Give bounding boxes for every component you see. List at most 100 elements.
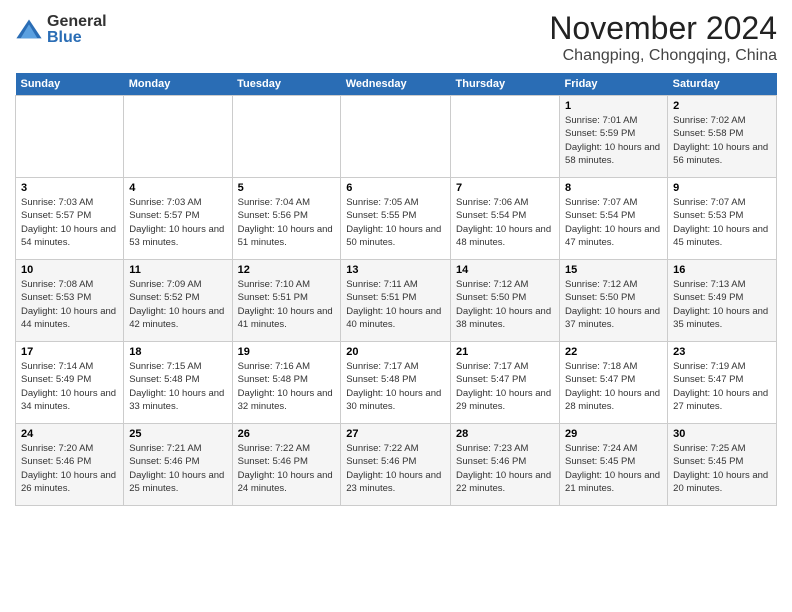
calendar-cell: 9 Sunrise: 7:07 AMSunset: 5:53 PMDaylight… (668, 178, 777, 260)
logo-blue: Blue (47, 30, 107, 46)
day-number: 23 (673, 346, 771, 358)
day-info: Sunrise: 7:19 AMSunset: 5:47 PMDaylight:… (673, 360, 771, 413)
day-info: Sunrise: 7:22 AMSunset: 5:46 PMDaylight:… (346, 442, 445, 495)
day-number: 15 (565, 264, 662, 276)
calendar-cell: 2 Sunrise: 7:02 AMSunset: 5:58 PMDaylight… (668, 96, 777, 178)
calendar-cell: 12 Sunrise: 7:10 AMSunset: 5:51 PMDayligh… (232, 260, 341, 342)
calendar-cell: 16 Sunrise: 7:13 AMSunset: 5:49 PMDayligh… (668, 260, 777, 342)
calendar-cell: 27 Sunrise: 7:22 AMSunset: 5:46 PMDayligh… (341, 424, 451, 506)
header-wednesday: Wednesday (341, 73, 451, 96)
day-number: 16 (673, 264, 771, 276)
day-info: Sunrise: 7:02 AMSunset: 5:58 PMDaylight:… (673, 114, 771, 167)
day-info: Sunrise: 7:15 AMSunset: 5:48 PMDaylight:… (129, 360, 226, 413)
day-info: Sunrise: 7:21 AMSunset: 5:46 PMDaylight:… (129, 442, 226, 495)
header-tuesday: Tuesday (232, 73, 341, 96)
day-info: Sunrise: 7:03 AMSunset: 5:57 PMDaylight:… (129, 196, 226, 249)
header-sunday: Sunday (16, 73, 124, 96)
day-number: 26 (238, 428, 336, 440)
day-info: Sunrise: 7:25 AMSunset: 5:45 PMDaylight:… (673, 442, 771, 495)
day-info: Sunrise: 7:12 AMSunset: 5:50 PMDaylight:… (456, 278, 554, 331)
day-info: Sunrise: 7:07 AMSunset: 5:54 PMDaylight:… (565, 196, 662, 249)
day-number: 14 (456, 264, 554, 276)
calendar-table: SundayMondayTuesdayWednesdayThursdayFrid… (15, 73, 777, 506)
day-info: Sunrise: 7:24 AMSunset: 5:45 PMDaylight:… (565, 442, 662, 495)
day-info: Sunrise: 7:17 AMSunset: 5:47 PMDaylight:… (456, 360, 554, 413)
day-number: 17 (21, 346, 118, 358)
calendar-cell: 8 Sunrise: 7:07 AMSunset: 5:54 PMDaylight… (560, 178, 668, 260)
calendar-cell: 5Sunrise: 7:04 AMSunset: 5:56 PMDaylight… (232, 178, 341, 260)
day-info: Sunrise: 7:14 AMSunset: 5:49 PMDaylight:… (21, 360, 118, 413)
day-number: 13 (346, 264, 445, 276)
day-info: Sunrise: 7:13 AMSunset: 5:49 PMDaylight:… (673, 278, 771, 331)
calendar-cell: 21 Sunrise: 7:17 AMSunset: 5:47 PMDayligh… (451, 342, 560, 424)
day-number: 12 (238, 264, 336, 276)
header-friday: Friday (560, 73, 668, 96)
day-number: 24 (21, 428, 118, 440)
header-row: SundayMondayTuesdayWednesdayThursdayFrid… (16, 73, 777, 96)
calendar-cell: 7 Sunrise: 7:06 AMSunset: 5:54 PMDaylight… (451, 178, 560, 260)
day-info: Sunrise: 7:03 AMSunset: 5:57 PMDaylight:… (21, 196, 118, 249)
week-row: 17 Sunrise: 7:14 AMSunset: 5:49 PMDayligh… (16, 342, 777, 424)
day-number: 11 (129, 264, 226, 276)
day-number: 1 (565, 100, 662, 112)
day-info: Sunrise: 7:06 AMSunset: 5:54 PMDaylight:… (456, 196, 554, 249)
day-info: Sunrise: 7:17 AMSunset: 5:48 PMDaylight:… (346, 360, 445, 413)
week-row: 3Sunrise: 7:03 AMSunset: 5:57 PMDaylight… (16, 178, 777, 260)
header-saturday: Saturday (668, 73, 777, 96)
calendar-cell: 20 Sunrise: 7:17 AMSunset: 5:48 PMDayligh… (341, 342, 451, 424)
day-number: 19 (238, 346, 336, 358)
day-number: 28 (456, 428, 554, 440)
day-info: Sunrise: 7:18 AMSunset: 5:47 PMDaylight:… (565, 360, 662, 413)
day-number: 8 (565, 182, 662, 194)
day-info: Sunrise: 7:11 AMSunset: 5:51 PMDaylight:… (346, 278, 445, 331)
day-number: 10 (21, 264, 118, 276)
day-info: Sunrise: 7:09 AMSunset: 5:52 PMDaylight:… (129, 278, 226, 331)
calendar-cell: 1 Sunrise: 7:01 AMSunset: 5:59 PMDaylight… (560, 96, 668, 178)
day-number: 25 (129, 428, 226, 440)
day-number: 9 (673, 182, 771, 194)
day-number: 30 (673, 428, 771, 440)
calendar-cell (124, 96, 232, 178)
week-row: 1 Sunrise: 7:01 AMSunset: 5:59 PMDaylight… (16, 96, 777, 178)
day-info: Sunrise: 7:05 AMSunset: 5:55 PMDaylight:… (346, 196, 445, 249)
calendar-cell: 11 Sunrise: 7:09 AMSunset: 5:52 PMDayligh… (124, 260, 232, 342)
day-info: Sunrise: 7:16 AMSunset: 5:48 PMDaylight:… (238, 360, 336, 413)
calendar-cell: 3Sunrise: 7:03 AMSunset: 5:57 PMDaylight… (16, 178, 124, 260)
header-monday: Monday (124, 73, 232, 96)
calendar-cell: 26 Sunrise: 7:22 AMSunset: 5:46 PMDayligh… (232, 424, 341, 506)
day-info: Sunrise: 7:01 AMSunset: 5:59 PMDaylight:… (565, 114, 662, 167)
day-number: 4 (129, 182, 226, 194)
day-number: 2 (673, 100, 771, 112)
day-number: 20 (346, 346, 445, 358)
day-number: 7 (456, 182, 554, 194)
calendar-cell: 13 Sunrise: 7:11 AMSunset: 5:51 PMDayligh… (341, 260, 451, 342)
day-info: Sunrise: 7:07 AMSunset: 5:53 PMDaylight:… (673, 196, 771, 249)
day-info: Sunrise: 7:20 AMSunset: 5:46 PMDaylight:… (21, 442, 118, 495)
calendar-cell: 30 Sunrise: 7:25 AMSunset: 5:45 PMDayligh… (668, 424, 777, 506)
calendar-cell: 24 Sunrise: 7:20 AMSunset: 5:46 PMDayligh… (16, 424, 124, 506)
day-info: Sunrise: 7:08 AMSunset: 5:53 PMDaylight:… (21, 278, 118, 331)
day-number: 21 (456, 346, 554, 358)
calendar-cell: 15 Sunrise: 7:12 AMSunset: 5:50 PMDayligh… (560, 260, 668, 342)
calendar-cell (451, 96, 560, 178)
calendar-cell: 23 Sunrise: 7:19 AMSunset: 5:47 PMDayligh… (668, 342, 777, 424)
day-info: Sunrise: 7:22 AMSunset: 5:46 PMDaylight:… (238, 442, 336, 495)
week-row: 24 Sunrise: 7:20 AMSunset: 5:46 PMDayligh… (16, 424, 777, 506)
calendar-cell: 29Sunrise: 7:24 AMSunset: 5:45 PMDayligh… (560, 424, 668, 506)
logo-general: General (47, 14, 107, 30)
day-info: Sunrise: 7:04 AMSunset: 5:56 PMDaylight:… (238, 196, 336, 249)
day-number: 27 (346, 428, 445, 440)
calendar-cell: 4 Sunrise: 7:03 AMSunset: 5:57 PMDaylight… (124, 178, 232, 260)
calendar-cell: 10 Sunrise: 7:08 AMSunset: 5:53 PMDayligh… (16, 260, 124, 342)
calendar-cell: 18Sunrise: 7:15 AMSunset: 5:48 PMDayligh… (124, 342, 232, 424)
page-header: General Blue November 2024 Changping, Ch… (15, 10, 777, 65)
day-number: 6 (346, 182, 445, 194)
day-info: Sunrise: 7:12 AMSunset: 5:50 PMDaylight:… (565, 278, 662, 331)
week-row: 10 Sunrise: 7:08 AMSunset: 5:53 PMDayligh… (16, 260, 777, 342)
calendar-cell: 6 Sunrise: 7:05 AMSunset: 5:55 PMDaylight… (341, 178, 451, 260)
calendar-cell: 22Sunrise: 7:18 AMSunset: 5:47 PMDayligh… (560, 342, 668, 424)
title-block: November 2024 Changping, Chongqing, Chin… (549, 10, 777, 65)
day-info: Sunrise: 7:10 AMSunset: 5:51 PMDaylight:… (238, 278, 336, 331)
logo: General Blue (15, 14, 107, 46)
location-title: Changping, Chongqing, China (549, 47, 777, 65)
